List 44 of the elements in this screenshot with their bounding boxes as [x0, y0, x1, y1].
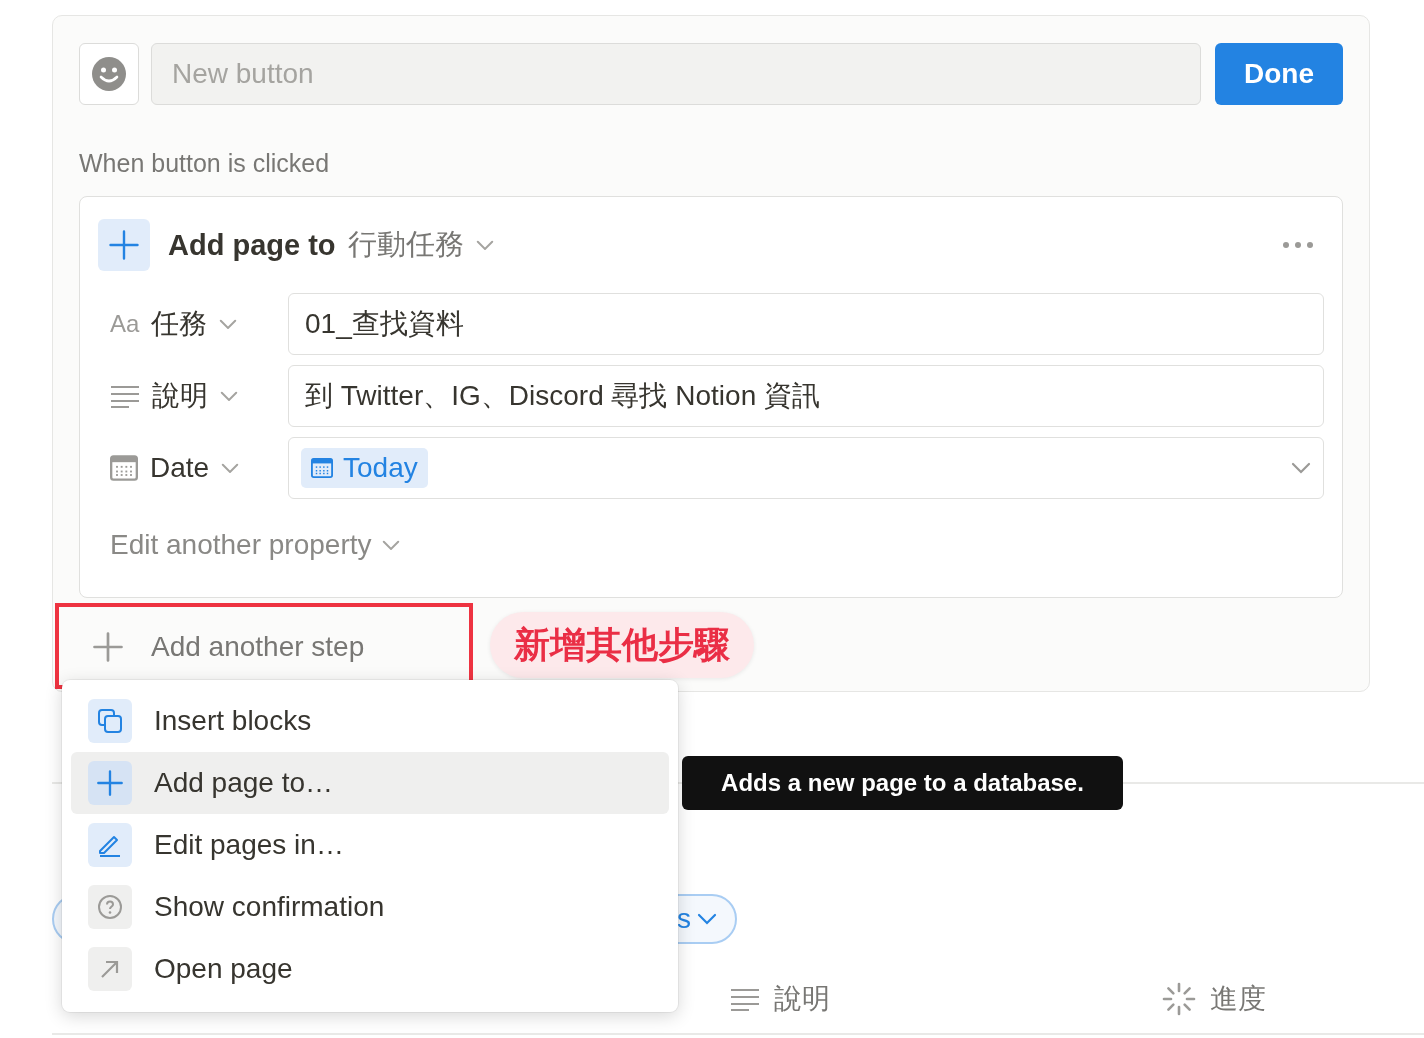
column-header[interactable]: 說明: [774, 980, 830, 1018]
chevron-icon: [220, 390, 238, 402]
lines-icon: [730, 987, 760, 1011]
chevron-icon: [219, 318, 238, 330]
edit-property-button[interactable]: Edit another property: [110, 529, 400, 561]
property-name[interactable]: Date: [150, 452, 210, 484]
chevron-icon: [221, 462, 240, 474]
action-title: Add page to: [168, 228, 336, 262]
database-name[interactable]: 行動任務: [347, 225, 464, 265]
more-icon[interactable]: [1282, 241, 1314, 249]
help-icon: [88, 885, 132, 929]
property-name[interactable]: 說明: [152, 377, 208, 415]
section-label: When button is clicked: [79, 149, 331, 178]
annotation-label: 新增其他步驟: [490, 612, 754, 678]
property-value-field[interactable]: 01_查找資料: [288, 293, 1324, 355]
menu-item[interactable]: Add page to…: [71, 752, 669, 814]
lines-icon: [110, 384, 140, 408]
property-name[interactable]: 任務: [151, 305, 208, 343]
smiley-icon: [91, 56, 127, 92]
add-step-button[interactable]: Add another step: [93, 622, 365, 672]
menu-item[interactable]: Edit pages in…: [71, 814, 669, 876]
menu-item[interactable]: Insert blocks: [71, 690, 669, 752]
pencil-icon: [88, 823, 132, 867]
chevron-icon: [1291, 462, 1311, 474]
date-value: Today: [343, 452, 418, 484]
copy-icon: [88, 699, 132, 743]
chevron-icon: [475, 239, 494, 251]
tooltip: Adds a new page to a database.: [682, 756, 1123, 810]
calendar-icon: [110, 454, 138, 482]
type-glyph: Aa: [110, 310, 140, 338]
plus-icon: [98, 219, 150, 271]
menu-item[interactable]: Open page: [71, 938, 669, 1000]
chevron-icon: [381, 539, 400, 551]
plus-icon: [93, 632, 123, 662]
menu-item[interactable]: Show confirmation: [71, 876, 669, 938]
column-header[interactable]: 進度: [1210, 980, 1266, 1018]
name-field[interactable]: New button: [151, 43, 1201, 105]
done-button[interactable]: Done: [1215, 43, 1343, 105]
icon-button[interactable]: [79, 43, 139, 105]
chevron-icon: [697, 913, 717, 925]
calendar-icon: [311, 457, 333, 479]
spinner-icon: [1162, 982, 1196, 1016]
property-value-field[interactable]: 到 Twitter、IG、Discord 尋找 Notion 資訊: [288, 365, 1324, 427]
plus-icon: [88, 761, 132, 805]
